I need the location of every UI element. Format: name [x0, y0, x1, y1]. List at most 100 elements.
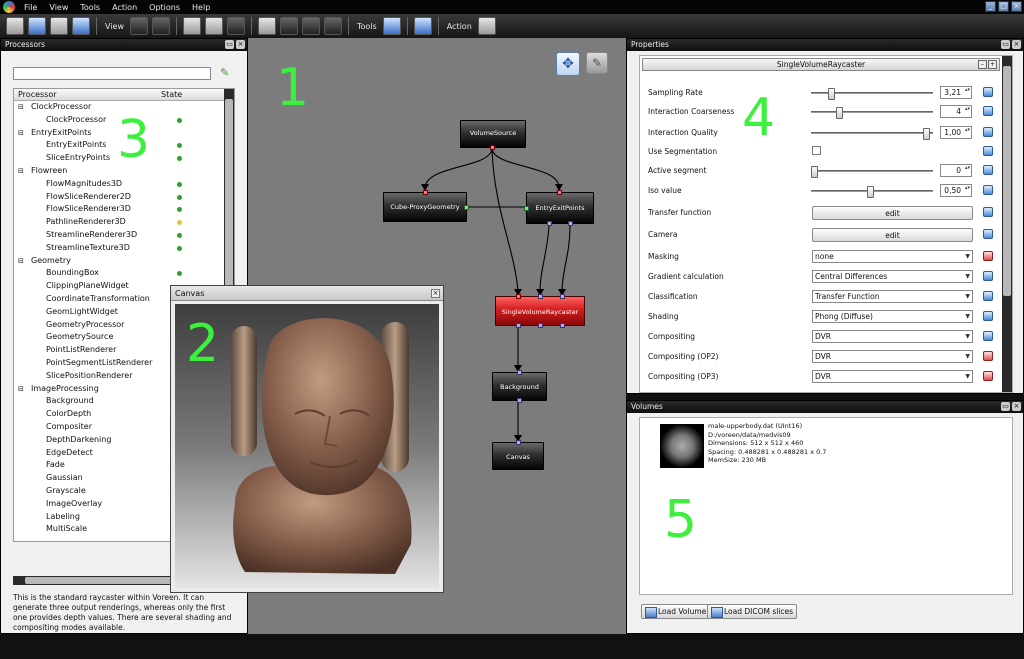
link-mode-button[interactable]: ✎ [586, 52, 608, 74]
port-volume-in[interactable] [557, 190, 562, 195]
layout-network-button[interactable]: ✥ [556, 52, 580, 76]
use-segmentation-checkbox[interactable] [812, 146, 821, 155]
tree-item[interactable]: BoundingBox [14, 267, 234, 280]
tools-dropdown-icon[interactable] [382, 17, 401, 35]
menu-help[interactable]: Help [186, 3, 216, 12]
save-workspace-icon[interactable] [50, 17, 68, 35]
node-cube-proxy-geometry[interactable]: Cube-ProxyGeometry [383, 190, 469, 222]
snapshot-icon[interactable] [413, 17, 432, 35]
rebuild-shaders-icon[interactable] [301, 17, 320, 35]
interaction-coarseness-spinbox[interactable]: 4 [940, 105, 972, 118]
tree-item[interactable]: FlowSliceRenderer3D [14, 203, 234, 216]
undock-button[interactable]: ▭ [225, 40, 234, 49]
collapse-toggle-icon[interactable]: ⊟ [18, 383, 24, 396]
grid-icon[interactable] [323, 17, 342, 35]
panel-close-button[interactable]: × [236, 40, 245, 49]
property-link-icon[interactable] [983, 271, 993, 281]
iso-value-spinbox[interactable]: 0,50 [940, 184, 972, 197]
properties-scrollbar[interactable] [1002, 56, 1012, 392]
sampling-rate-slider[interactable] [811, 88, 933, 100]
expand-icon[interactable]: + [988, 60, 997, 69]
property-link-icon[interactable] [983, 207, 993, 217]
scrollbar-thumb[interactable] [1003, 66, 1011, 296]
search-filter-icon[interactable]: ✎ [220, 67, 232, 79]
network-mode-icon[interactable] [129, 17, 148, 35]
panel-close-button[interactable]: × [1012, 40, 1021, 49]
masking-select[interactable]: none [812, 250, 973, 263]
active-segment-slider[interactable] [811, 166, 933, 178]
save-as-icon[interactable] [72, 17, 90, 35]
menu-action[interactable]: Action [106, 3, 143, 12]
menu-view[interactable]: View [43, 3, 74, 12]
panel-close-button[interactable]: × [1012, 402, 1021, 411]
collapse-toggle-icon[interactable]: ⊟ [18, 127, 24, 140]
property-link-icon[interactable] [983, 291, 993, 301]
interaction-coarseness-slider[interactable] [811, 107, 933, 119]
menu-tools[interactable]: Tools [74, 3, 106, 12]
menu-file[interactable]: File [18, 3, 43, 12]
tree-item[interactable]: FlowMagnitudes3D [14, 178, 234, 191]
color-channels-icon[interactable] [257, 17, 276, 35]
compositing-op3-select[interactable]: DVR [812, 370, 973, 383]
property-link-icon[interactable] [983, 106, 993, 116]
settings-gear-icon[interactable] [182, 17, 201, 35]
property-link-icon[interactable] [983, 371, 993, 381]
open-workspace-icon[interactable] [28, 17, 46, 35]
tree-item[interactable]: PathlineRenderer3D [14, 216, 234, 229]
minimize-button[interactable]: _ [985, 1, 996, 12]
property-link-icon[interactable] [983, 185, 993, 195]
port-image-out-3[interactable] [560, 323, 565, 328]
tree-group[interactable]: ⊟ Geometry [14, 255, 234, 268]
active-segment-spinbox[interactable]: 0 [940, 164, 972, 177]
port-geometry-out[interactable] [464, 205, 469, 210]
node-single-volume-raycaster[interactable]: SingleVolumeRaycaster [495, 294, 585, 328]
undock-button[interactable]: ▭ [1001, 402, 1010, 411]
sampling-rate-spinbox[interactable]: 3,21 [940, 86, 972, 99]
column-processor[interactable]: Processor [18, 90, 57, 99]
interaction-quality-slider[interactable] [811, 128, 933, 140]
shading-select[interactable]: Phong (Diffuse) [812, 310, 973, 323]
port-volume-in[interactable] [423, 190, 428, 195]
canvas-title-bar[interactable]: Canvas × [171, 286, 443, 301]
new-workspace-icon[interactable] [6, 17, 24, 35]
port-image-out[interactable] [517, 398, 522, 403]
canvas-close-icon[interactable]: × [431, 289, 440, 298]
property-link-icon[interactable] [983, 331, 993, 341]
collapse-toggle-icon[interactable]: ⊟ [18, 101, 24, 114]
property-link-icon[interactable] [983, 87, 993, 97]
property-link-icon[interactable] [983, 251, 993, 261]
load-dicom-button[interactable]: Load DICOM slices [707, 604, 798, 619]
property-link-icon[interactable] [983, 146, 993, 156]
compositing-select[interactable]: DVR [812, 330, 973, 343]
node-background[interactable]: Background [492, 370, 547, 403]
property-link-icon[interactable] [983, 229, 993, 239]
port-image-in[interactable] [517, 370, 522, 375]
node-canvas[interactable]: Canvas [492, 440, 544, 470]
application-mode-icon[interactable] [151, 17, 170, 35]
slider-knob[interactable] [811, 166, 818, 178]
transfer-function-edit-button[interactable]: edit [812, 206, 973, 220]
action-run-icon[interactable] [477, 17, 496, 35]
processor-search-input[interactable] [13, 67, 211, 80]
dock-toggle-icon[interactable] [204, 17, 223, 35]
collapse-icon[interactable]: – [978, 60, 987, 69]
processor-list-icon[interactable] [226, 17, 245, 35]
property-link-icon[interactable] [983, 165, 993, 175]
port-entry-in[interactable] [538, 294, 543, 299]
gradient-calculation-select[interactable]: Central Differences [812, 270, 973, 283]
port-entry-out[interactable] [547, 221, 552, 226]
port-exit-out[interactable] [568, 221, 573, 226]
node-entry-exit-points[interactable]: EntryExitPoints [524, 190, 594, 226]
tree-item[interactable]: StreamlineRenderer3D [14, 229, 234, 242]
menu-options[interactable]: Options [143, 3, 186, 12]
property-link-icon[interactable] [983, 127, 993, 137]
maximize-button[interactable]: □ [998, 1, 1009, 12]
scrollbar-thumb[interactable] [225, 99, 233, 299]
iso-value-slider[interactable] [811, 186, 933, 198]
port-image-out-1[interactable] [516, 323, 521, 328]
undock-button[interactable]: ▭ [1001, 40, 1010, 49]
port-image-in[interactable] [516, 440, 521, 445]
tree-item[interactable]: FlowSliceRenderer2D [14, 191, 234, 204]
node-volume-source[interactable]: VolumeSource [460, 120, 526, 150]
processor-property-header[interactable]: SingleVolumeRaycaster – + [642, 58, 1000, 71]
